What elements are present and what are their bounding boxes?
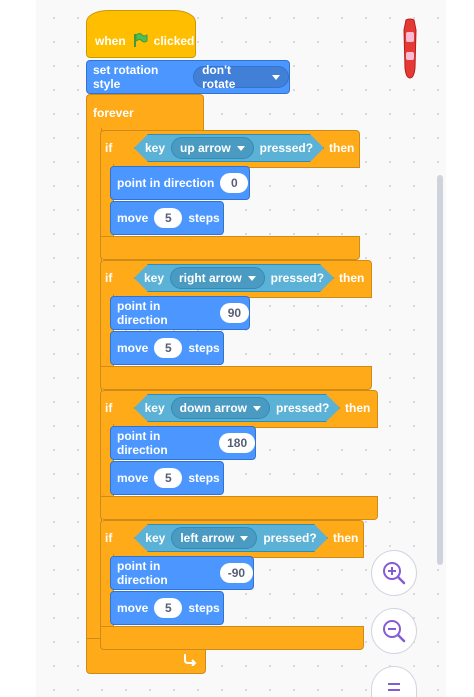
direction-input[interactable]: -90 [219,563,253,583]
zoom-in-button[interactable] [371,550,417,596]
green-flag-icon [132,32,148,48]
move-label: move [117,601,149,615]
equals-icon [386,681,402,693]
then-label: then [333,531,359,545]
set-rotation-style-label: set rotation style [93,63,159,91]
pressed-label: pressed? [263,531,317,545]
steps-input[interactable]: 5 [154,208,183,228]
loop-arrow-icon [182,650,198,667]
canvas-edge [446,0,474,697]
key-label: key [144,401,165,415]
dropdown-caret-icon [272,74,280,80]
steps-label: steps [188,471,220,485]
key-pressed-condition[interactable]: key down arrow pressed? [134,394,340,422]
move-steps-block[interactable]: move 5 steps [110,201,224,235]
move-steps-block[interactable]: move 5 steps [110,591,224,625]
move-label: move [117,341,149,355]
pressed-label: pressed? [270,271,325,285]
point-in-direction-label: point in direction [117,559,168,587]
key-pressed-condition[interactable]: key right arrow pressed? [134,264,334,292]
zoom-in-icon [381,560,407,586]
key-label: key [144,141,165,155]
steps-label: steps [188,341,220,355]
then-label: then [345,401,371,415]
forever-label: forever [93,106,134,120]
steps-input[interactable]: 5 [154,598,183,618]
key-label: key [143,271,164,285]
if-bottom-cap [100,626,364,650]
point-in-direction-label: point in direction [117,176,215,190]
then-label: then [329,141,355,155]
key-dropdown[interactable]: up arrow [171,137,254,159]
zoom-out-button[interactable] [371,608,417,654]
move-label: move [117,211,149,225]
rotation-style-value: don't rotate [202,63,236,91]
set-rotation-style-block[interactable]: set rotation style don't rotate [86,60,290,94]
dropdown-caret-icon [237,146,245,151]
if-label: if [105,141,113,155]
point-in-direction-block[interactable]: point in direction 180 [110,426,256,460]
dropdown-caret-icon [253,406,261,411]
forever-block[interactable]: forever [86,94,204,132]
when-flag-clicked-block[interactable]: when clicked [86,10,196,58]
if-bottom-cap [100,366,372,390]
key-value: right arrow [179,271,242,285]
then-label: then [339,271,365,285]
sprite-car-icon [400,18,420,80]
pressed-label: pressed? [276,401,330,415]
point-in-direction-label: point in direction [117,299,168,327]
direction-input[interactable]: 180 [219,433,255,453]
key-pressed-condition[interactable]: key up arrow pressed? [134,134,324,162]
point-in-direction-block[interactable]: point in direction 0 [110,166,250,200]
move-steps-block[interactable]: move 5 steps [110,461,224,495]
key-value: up arrow [180,141,231,155]
direction-input[interactable]: 90 [219,303,249,323]
if-bottom-cap [100,496,378,520]
key-dropdown[interactable]: left arrow [171,527,257,549]
move-label: move [117,471,149,485]
point-in-direction-block[interactable]: point in direction -90 [110,556,254,590]
if-label: if [105,401,113,415]
pressed-label: pressed? [259,141,314,155]
vertical-scrollbar[interactable] [437,175,443,565]
key-label: key [145,531,166,545]
when-label: when [95,34,126,48]
rotation-style-dropdown[interactable]: don't rotate [193,63,289,91]
point-in-direction-label: point in direction [117,429,168,457]
steps-input[interactable]: 5 [154,468,183,488]
key-pressed-condition[interactable]: key left arrow pressed? [134,524,328,552]
steps-input[interactable]: 5 [154,338,183,358]
key-dropdown[interactable]: right arrow [170,267,265,289]
if-bottom-cap [100,236,360,260]
point-in-direction-block[interactable]: point in direction 90 [110,296,250,330]
direction-input[interactable]: 0 [220,173,249,193]
if-label: if [105,271,113,285]
steps-label: steps [188,601,220,615]
dropdown-caret-icon [248,276,256,281]
key-value: down arrow [179,401,247,415]
steps-label: steps [188,211,220,225]
move-steps-block[interactable]: move 5 steps [110,331,224,365]
clicked-label: clicked [153,34,195,48]
if-label: if [105,531,113,545]
key-dropdown[interactable]: down arrow [171,397,270,419]
zoom-out-icon [381,618,407,644]
dropdown-caret-icon [240,536,248,541]
key-value: left arrow [180,531,235,545]
